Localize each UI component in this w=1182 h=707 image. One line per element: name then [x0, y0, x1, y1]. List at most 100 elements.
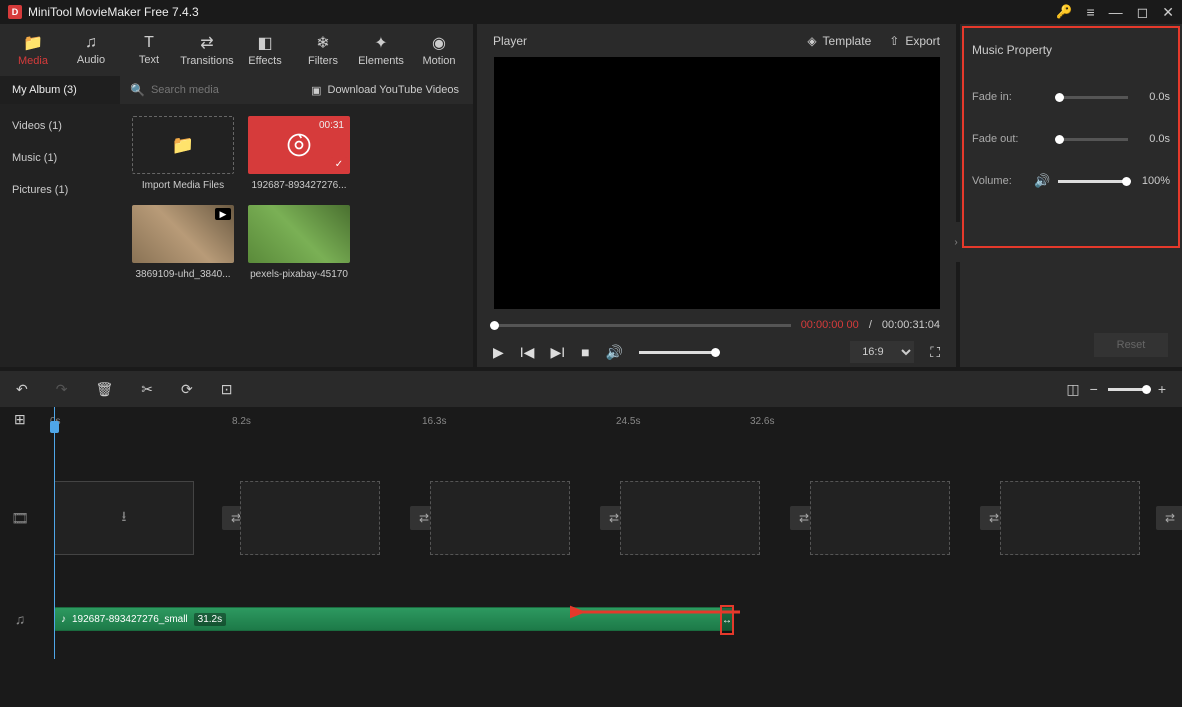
fadeout-label: Fade out:: [972, 133, 1026, 145]
elements-icon: ✦: [374, 33, 387, 53]
speed-button[interactable]: ⟳: [181, 381, 193, 398]
fullscreen-button[interactable]: ⛶: [930, 344, 940, 361]
app-logo-icon: D: [8, 5, 22, 19]
video-track-icon: 🎞: [0, 510, 40, 527]
tab-transitions[interactable]: ⇄Transitions: [178, 24, 236, 76]
audio-clip-duration: 31.2s: [194, 613, 226, 626]
effects-icon: ◧: [257, 33, 272, 53]
add-track-button[interactable]: ⊞: [14, 411, 26, 428]
tab-effects[interactable]: ◧Effects: [236, 24, 294, 76]
reset-button[interactable]: Reset: [1094, 333, 1168, 357]
audio-clip[interactable]: ♪ 192687-893427276_small 31.2s ↔: [54, 607, 734, 631]
app-title: MiniTool MovieMaker Free 7.4.3: [28, 5, 1056, 19]
tab-motion[interactable]: ◉Motion: [410, 24, 468, 76]
camera-icon: ▶: [215, 208, 231, 220]
zoom-out-button[interactable]: −: [1090, 381, 1098, 397]
minimize-icon[interactable]: —: [1109, 4, 1123, 20]
prev-frame-button[interactable]: I◀: [520, 344, 535, 361]
media-grid: 📁 Import Media Files 00:31 ✓ 192687-8934…: [120, 104, 473, 367]
tab-audio[interactable]: ♫Audio: [62, 24, 120, 76]
fadeout-value: 0.0s: [1136, 133, 1170, 145]
next-frame-button[interactable]: ▶I: [550, 344, 565, 361]
maximize-icon[interactable]: ◻: [1137, 4, 1149, 21]
video-slot-1[interactable]: ⭳: [54, 481, 194, 555]
time-current: 00:00:00 00: [801, 319, 859, 331]
sidebar-item-music[interactable]: Music (1): [0, 142, 120, 174]
music-disc-icon: [285, 131, 313, 159]
sidebar-item-pictures[interactable]: Pictures (1): [0, 174, 120, 206]
check-icon: ✓: [331, 157, 347, 171]
track-row-video: 🎞 ⭳ ⇄ ⇄ ⇄ ⇄ ⇄ ⇄: [0, 477, 1182, 559]
delete-button[interactable]: 🗑: [95, 381, 113, 398]
timeline: ⊞ 0s 8.2s 16.3s 24.5s 32.6s 🎞 ⭳ ⇄ ⇄ ⇄ ⇄ …: [0, 407, 1182, 659]
tab-text[interactable]: TText: [120, 24, 178, 76]
track-spacer: [0, 559, 1182, 589]
clip-trim-handle[interactable]: ↔: [720, 605, 734, 635]
zoom-slider[interactable]: [1108, 388, 1148, 391]
download-icon: ⭳: [122, 506, 127, 530]
transition-slot-6[interactable]: ⇄: [1156, 506, 1182, 530]
export-icon: ⇧: [889, 34, 899, 48]
video-slot-4[interactable]: [620, 481, 760, 555]
music-note-icon: ♪: [61, 614, 66, 625]
youtube-icon: ▣: [311, 84, 321, 97]
split-button[interactable]: ✂: [141, 381, 153, 398]
video-slot-2[interactable]: [240, 481, 380, 555]
close-icon[interactable]: ✕: [1162, 4, 1174, 21]
search-box[interactable]: 🔍: [120, 83, 311, 97]
sidebar-item-videos[interactable]: Videos (1): [0, 110, 120, 142]
timeline-toolbar: ↶ ↷ 🗑 ✂ ⟳ ⊡ ◫ − +: [0, 371, 1182, 407]
search-input[interactable]: [151, 84, 293, 96]
fadein-label: Fade in:: [972, 91, 1026, 103]
volume-slider[interactable]: [639, 351, 719, 354]
timeline-mode-icon[interactable]: ◫: [1066, 381, 1079, 398]
collapse-panel-button[interactable]: ›: [952, 222, 960, 262]
volume-icon[interactable]: 🔊: [606, 344, 623, 361]
zoom-in-button[interactable]: +: [1158, 381, 1166, 397]
time-total: 00:00:31:04: [882, 319, 940, 331]
menu-icon[interactable]: ≡: [1086, 4, 1094, 20]
text-icon: T: [144, 34, 154, 52]
redo-button[interactable]: ↷: [56, 381, 68, 398]
tab-filters[interactable]: ❄Filters: [294, 24, 352, 76]
property-panel-title: Music Property: [960, 24, 1182, 76]
track-row-audio: ♫ ♪ 192687-893427276_small 31.2s ↔: [0, 589, 1182, 649]
video-slot-6[interactable]: [1000, 481, 1140, 555]
tab-media[interactable]: 📁Media: [4, 24, 62, 76]
seek-slider[interactable]: [493, 324, 791, 327]
export-button[interactable]: ⇧Export: [889, 34, 940, 48]
title-bar: D MiniTool MovieMaker Free 7.4.3 🔑 ≡ — ◻…: [0, 0, 1182, 24]
video-preview[interactable]: [494, 57, 940, 309]
template-button[interactable]: ◈Template: [807, 34, 871, 48]
import-media-button[interactable]: 📁 Import Media Files: [132, 116, 234, 191]
volume-value: 100%: [1136, 175, 1170, 187]
undo-button[interactable]: ↶: [16, 381, 28, 398]
audio-clip-name: 192687-893427276_small: [72, 614, 188, 625]
speaker-icon[interactable]: 🔊: [1034, 173, 1050, 189]
timeline-ruler[interactable]: ⊞ 0s 8.2s 16.3s 24.5s 32.6s: [0, 407, 1182, 435]
transition-icon: ⇄: [200, 33, 213, 53]
volume-prop-slider[interactable]: [1058, 180, 1128, 183]
tab-elements[interactable]: ✦Elements: [352, 24, 410, 76]
main-toolbar: 📁Media ♫Audio TText ⇄Transitions ◧Effect…: [0, 24, 473, 76]
playhead[interactable]: [54, 407, 55, 659]
fadeout-slider[interactable]: [1058, 138, 1128, 141]
volume-label: Volume:: [972, 175, 1026, 187]
fadein-slider[interactable]: [1058, 96, 1128, 99]
media-item-audio[interactable]: 00:31 ✓ 192687-893427276...: [248, 116, 350, 191]
video-slot-5[interactable]: [810, 481, 950, 555]
music-note-icon: ♫: [85, 34, 97, 52]
crop-button[interactable]: ⊡: [221, 381, 233, 398]
media-item-image[interactable]: pexels-pixabay-45170: [248, 205, 350, 280]
album-tab[interactable]: My Album (3): [0, 76, 120, 104]
aspect-ratio-select[interactable]: 16:9: [850, 341, 914, 363]
key-icon[interactable]: 🔑: [1056, 4, 1072, 20]
media-sidebar: Videos (1) Music (1) Pictures (1): [0, 104, 120, 367]
play-button[interactable]: ▶: [493, 344, 504, 361]
video-slot-3[interactable]: [430, 481, 570, 555]
media-item-video[interactable]: ▶ 3869109-uhd_3840...: [132, 205, 234, 280]
download-youtube-link[interactable]: ▣ Download YouTube Videos: [311, 84, 473, 97]
template-icon: ◈: [807, 34, 816, 48]
audio-track-icon: ♫: [0, 611, 40, 627]
stop-button[interactable]: ■: [581, 344, 589, 360]
